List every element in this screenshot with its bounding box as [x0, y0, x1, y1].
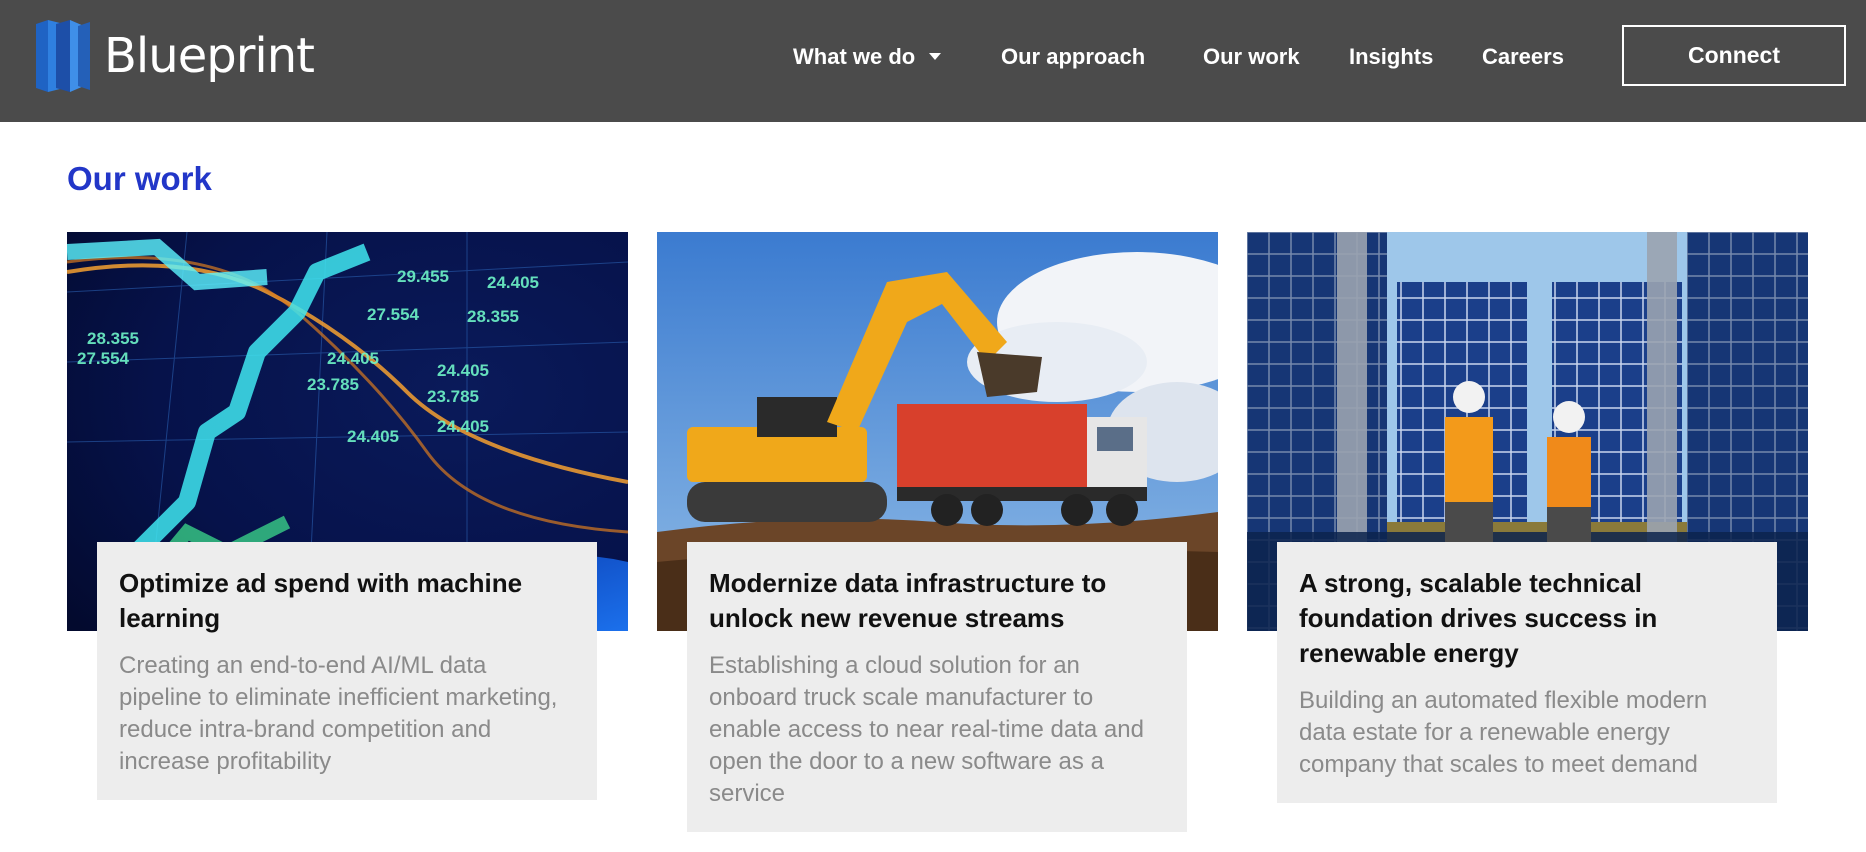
nav-item-label: Insights — [1349, 44, 1434, 69]
svg-text:28.355: 28.355 — [87, 329, 139, 348]
svg-text:27.554: 27.554 — [77, 349, 130, 368]
nav-our-approach[interactable]: Our approach — [1001, 44, 1145, 70]
card-description: Establishing a cloud solution for an onb… — [709, 652, 1144, 807]
card-title[interactable]: Modernize data infrastructure to unlock … — [709, 566, 1165, 636]
brand-logo[interactable]: Blueprint — [34, 20, 315, 92]
svg-text:24.405: 24.405 — [487, 273, 539, 292]
blueprint-logo-icon — [36, 20, 90, 92]
svg-text:24.405: 24.405 — [347, 427, 399, 446]
svg-text:27.554: 27.554 — [367, 305, 420, 324]
page-title: Our work — [67, 160, 212, 197]
nav-insights[interactable]: Insights — [1349, 44, 1433, 70]
chevron-down-icon — [929, 52, 942, 60]
card-description: Building an automated flexible modern da… — [1299, 687, 1708, 778]
card-title[interactable]: Optimize ad spend with machine learning — [119, 566, 575, 636]
svg-text:24.405: 24.405 — [327, 349, 379, 368]
nav-item-label: Careers — [1482, 44, 1564, 69]
work-card-2[interactable]: Modernize data infrastructure to unlock … — [687, 542, 1187, 832]
nav-item-label: What we do — [793, 44, 916, 69]
svg-text:24.405: 24.405 — [437, 417, 489, 436]
card-description: Creating an end-to-end AI/ML data pipeli… — [119, 652, 558, 775]
nav-item-label: Our work — [1203, 44, 1300, 69]
svg-text:24.405: 24.405 — [437, 361, 489, 380]
svg-text:29.455: 29.455 — [397, 267, 449, 286]
svg-text:28.355: 28.355 — [467, 307, 519, 326]
svg-text:23.785: 23.785 — [307, 375, 359, 394]
site-header: Blueprint What we do Our approach Our wo… — [0, 0, 1866, 122]
nav-our-work[interactable]: Our work — [1203, 44, 1300, 70]
work-card-1[interactable]: Optimize ad spend with machine learning … — [97, 542, 597, 800]
connect-button[interactable]: Connect — [1622, 25, 1846, 86]
card-title[interactable]: A strong, scalable technical foundation … — [1299, 566, 1755, 671]
nav-item-label: Our approach — [1001, 44, 1146, 69]
brand-name: Blueprint — [104, 28, 315, 84]
svg-text:23.785: 23.785 — [427, 387, 479, 406]
nav-careers[interactable]: Careers — [1482, 44, 1564, 70]
work-card-3[interactable]: A strong, scalable technical foundation … — [1277, 542, 1777, 803]
nav-what-we-do[interactable]: What we do — [793, 44, 942, 70]
